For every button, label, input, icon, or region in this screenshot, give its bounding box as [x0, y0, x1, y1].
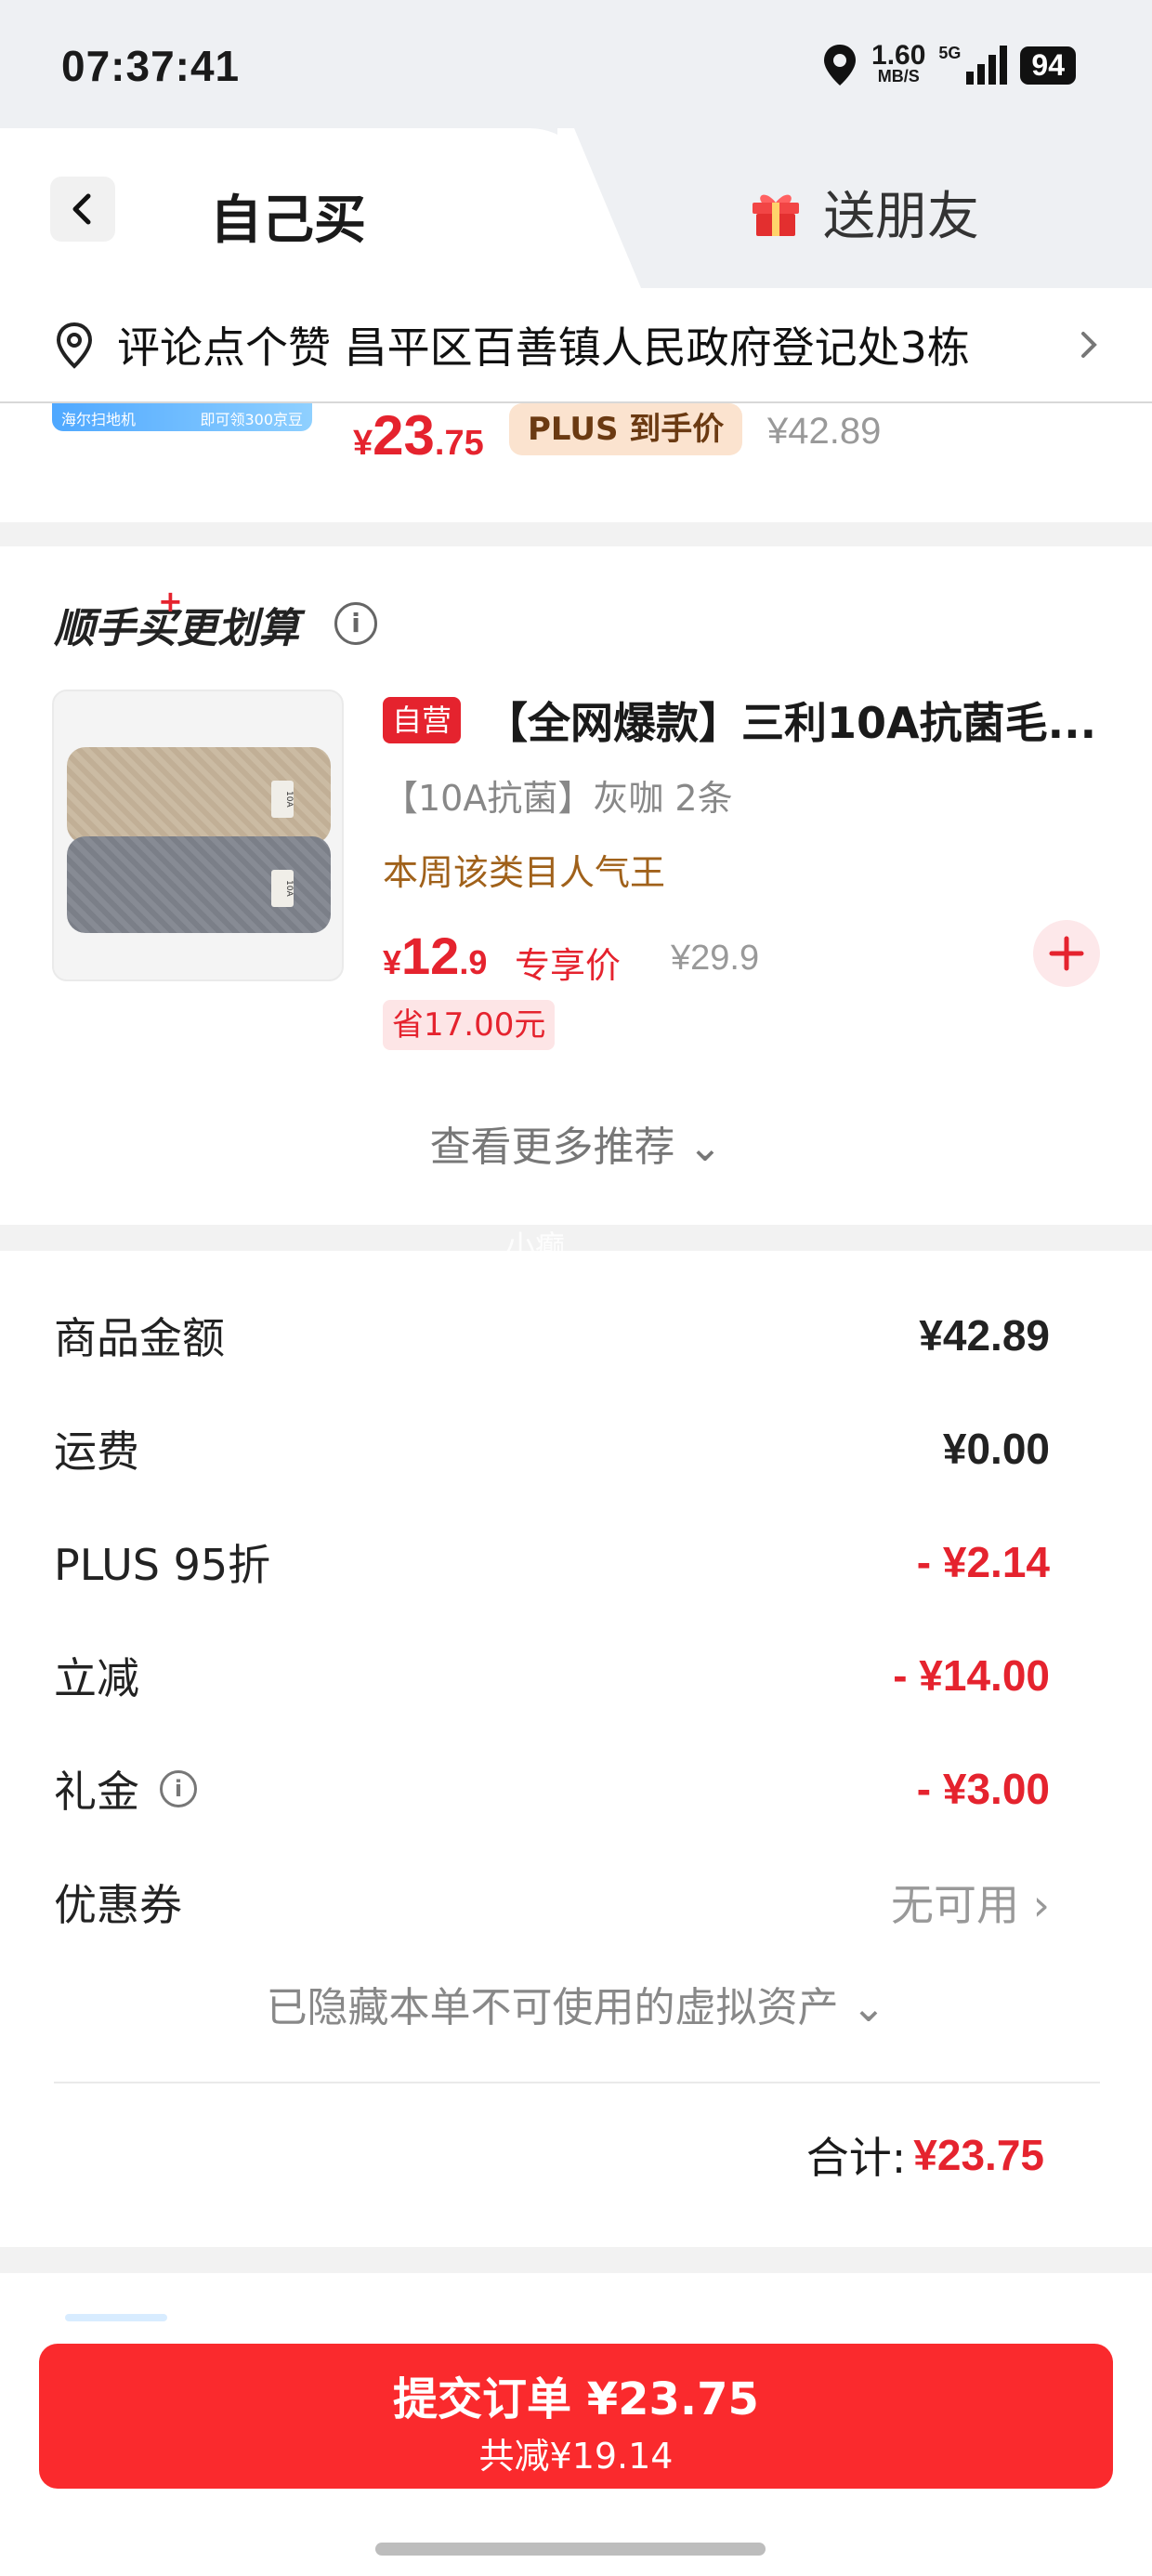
tab-self-buy-label: 自己买 — [210, 191, 366, 251]
summary-row-plus-discount: PLUS 95折 - ¥2.14 — [54, 1538, 1050, 1590]
buy-mode-tabs: 自己买 送朋友 — [0, 128, 1152, 288]
status-bar: 07:37:41 1.60 MB/S 5G 94 — [0, 0, 1152, 130]
summary-row-goods-amount: 商品金额 ¥42.89 — [54, 1311, 1050, 1363]
location-pin-icon — [56, 322, 93, 369]
product-price: ¥12.9 — [383, 927, 488, 985]
submit-order-button[interactable]: 提交订单 ¥23.75 共减¥19.14 — [39, 2344, 1113, 2489]
promo-banner: 海尔扫地机 即可领300京豆 — [52, 403, 312, 431]
total-value: ¥23.75 — [913, 2131, 1044, 2179]
self-operated-badge: 自营 — [383, 697, 462, 743]
product-original-price: ¥29.9 — [671, 939, 760, 978]
item-original-price: ¥42.89 — [767, 411, 882, 452]
towel-beige: 10A — [67, 747, 331, 844]
product-hot-label: 本周该类目人气王 — [383, 852, 666, 893]
status-time: 07:37:41 — [61, 42, 241, 90]
savings-tag: 省17.00元 — [383, 1000, 556, 1050]
total-label: 合计: — [805, 2133, 907, 2183]
address-text: 评论点个赞 昌平区百善镇人民政府登记处3栋 — [117, 322, 970, 373]
hidden-assets-toggle[interactable]: 已隐藏本单不可使用的虚拟资产 ⌄ — [0, 1974, 1152, 2033]
submit-order-label: 提交订单 ¥23.75 — [393, 2373, 759, 2425]
divider — [54, 2082, 1100, 2083]
status-icons: 1.60 MB/S 5G 94 — [821, 40, 1076, 87]
back-button[interactable] — [50, 177, 115, 242]
location-icon — [824, 45, 857, 85]
item-price: ¥23.75 — [353, 404, 484, 467]
more-recommendations-link[interactable]: 查看更多推荐 ⌄ — [0, 1113, 1152, 1173]
tab-send-friend-label: 送朋友 — [823, 187, 979, 247]
coupon-value[interactable]: 无可用 › — [891, 1872, 1050, 1933]
towel-grey: 10A — [67, 836, 331, 933]
tab-self-buy[interactable]: 自己买 — [0, 128, 595, 288]
gift-icon — [753, 194, 799, 236]
exclusive-price-label: 专享价 — [515, 945, 622, 986]
battery-indicator: 94 — [1020, 46, 1076, 85]
summary-row-gift-money: 礼金 i - ¥3.00 — [54, 1765, 1050, 1817]
chevron-left-icon — [72, 193, 91, 225]
recommend-title-plus: + — [158, 584, 183, 619]
address-bar[interactable]: 评论点个赞 昌平区百善镇人民政府登记处3栋 — [0, 288, 1152, 403]
info-icon[interactable]: i — [160, 1770, 197, 1807]
total-row: 合计: ¥23.75 — [806, 2124, 1044, 2186]
partial-element — [65, 2314, 167, 2321]
product-spec: 【10A抗菌】灰咖 2条 — [383, 778, 733, 819]
product-image[interactable]: 10A 10A — [52, 690, 344, 981]
plus-icon — [1049, 936, 1084, 971]
summary-row-coupon[interactable]: 优惠券 无可用 › — [54, 1870, 1050, 1935]
price-summary-card: 商品金额 ¥42.89 运费 ¥0.00 PLUS 95折 - ¥2.14 立减… — [0, 1251, 1152, 2247]
network-speed: 1.60 MB/S — [871, 40, 926, 86]
summary-row-instant-discount: 立减 - ¥14.00 — [54, 1651, 1050, 1703]
tab-send-friend[interactable]: 送朋友 — [749, 175, 979, 250]
bottom-bar: 提交订单 ¥23.75 共减¥19.14 — [0, 2273, 1152, 2576]
recommendation-card: 顺手买更划算 + i 10A 10A 自营 【全网爆款】三利10A抗菌毛... … — [0, 546, 1152, 1225]
summary-row-shipping: 运费 ¥0.00 — [54, 1425, 1050, 1477]
chevron-right-icon — [1081, 332, 1097, 358]
plus-price-tag: PLUS 到手价 — [509, 403, 743, 455]
home-indicator[interactable] — [375, 2543, 766, 2556]
order-item-card: 海尔扫地机 即可领300京豆 ¥23.75 PLUS 到手价 ¥42.89 — [0, 403, 1152, 522]
info-icon[interactable]: i — [334, 602, 377, 645]
product-name[interactable]: 【全网爆款】三利10A抗菌毛... — [485, 690, 1098, 751]
add-product-button[interactable] — [1033, 920, 1100, 987]
submit-savings-label: 共减¥19.14 — [478, 2436, 674, 2477]
signal-icon: 5G — [938, 44, 1008, 86]
